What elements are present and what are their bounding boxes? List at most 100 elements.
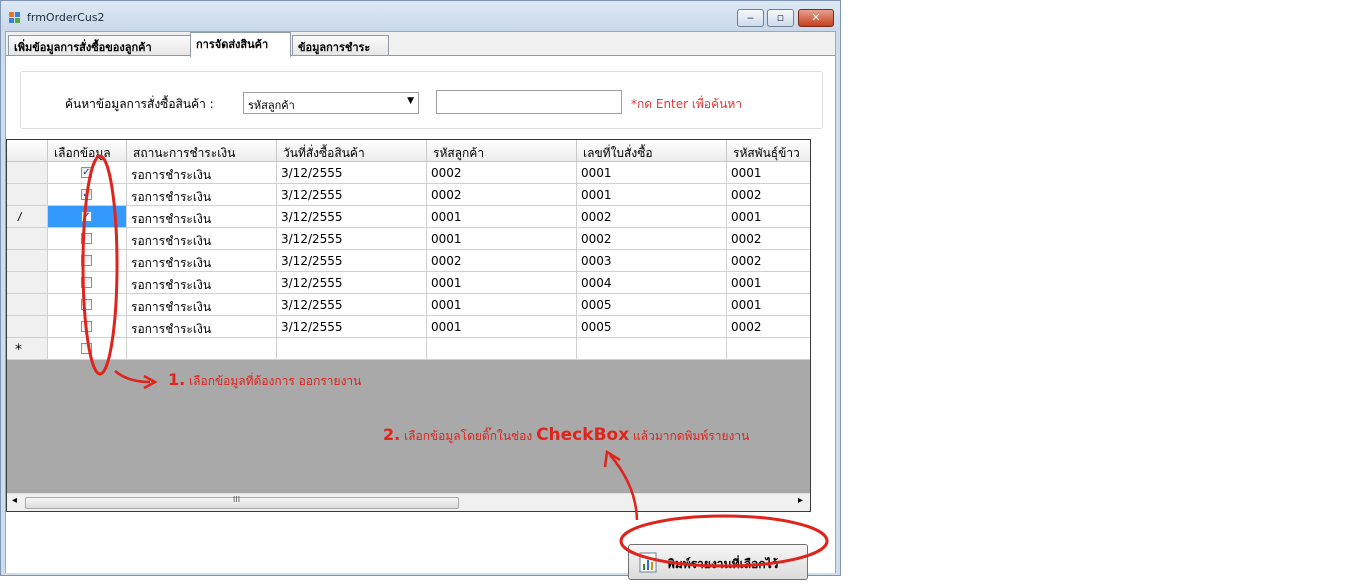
minimize-button[interactable]: ‒ <box>737 9 764 27</box>
row-select-checkbox[interactable] <box>81 321 92 332</box>
grid-cell-order[interactable]: 0001 <box>577 162 727 184</box>
grid-cell-customer[interactable]: 0001 <box>427 228 577 250</box>
row-select-checkbox-checked[interactable]: ✓ <box>81 211 92 222</box>
grid-cell-rice[interactable]: 0002 <box>727 184 810 206</box>
scroll-right-arrow-icon[interactable]: ▸ <box>798 495 803 506</box>
table-row[interactable]: 𝑙 ✓ รอการชำระเงิน 3/12/2555 0001 0002 0001 <box>7 206 810 228</box>
table-row[interactable]: ✓ รอการชำระเงิน 3/12/2555 0002 0001 0001 <box>7 162 810 184</box>
tab-payment-info[interactable]: ข้อมูลการชำระ <box>292 35 389 55</box>
grid-cell-status[interactable]: รอการชำระเงิน <box>127 228 277 250</box>
row-select-checkbox[interactable] <box>81 343 92 354</box>
search-input[interactable] <box>436 90 622 114</box>
col-header-order-date[interactable]: วันที่สั่งซื้อสินค้า <box>277 140 427 162</box>
maximize-button[interactable]: ▫ <box>767 9 794 27</box>
select-cell[interactable] <box>48 294 127 316</box>
grid-cell-order[interactable]: 0002 <box>577 228 727 250</box>
row-select-checkbox[interactable] <box>81 277 92 288</box>
select-cell[interactable] <box>48 272 127 294</box>
grid-cell-status[interactable]: รอการชำระเงิน <box>127 316 277 338</box>
search-field-combo[interactable]: รหัสลูกค้า ▼ <box>243 92 419 114</box>
grid-cell-rice[interactable]: 0001 <box>727 162 810 184</box>
row-select-checkbox-checked[interactable]: ✓ <box>81 189 92 200</box>
select-cell[interactable] <box>48 338 127 360</box>
scroll-left-arrow-icon[interactable]: ◂ <box>12 495 17 506</box>
select-cell[interactable]: ✓ <box>48 206 127 228</box>
select-cell[interactable] <box>48 250 127 272</box>
select-cell[interactable]: ✓ <box>48 184 127 206</box>
grid-cell-rice[interactable] <box>727 338 810 360</box>
title-bar[interactable]: frmOrderCus2 ‒ ▫ ✕ <box>1 1 840 31</box>
grid-cell-status[interactable]: รอการชำระเงิน <box>127 206 277 228</box>
grid-cell-rice[interactable]: 0002 <box>727 316 810 338</box>
grid-cell-date[interactable]: 3/12/2555 <box>277 250 427 272</box>
row-header[interactable] <box>7 184 48 206</box>
col-header-customer-id[interactable]: รหัสลูกค้า <box>427 140 577 162</box>
table-row[interactable]: รอการชำระเงิน 3/12/2555 0001 0002 0002 <box>7 228 810 250</box>
grid-cell-date[interactable]: 3/12/2555 <box>277 206 427 228</box>
grid-cell-rice[interactable]: 0001 <box>727 294 810 316</box>
tab-shipping[interactable]: การจัดส่งสินค้า <box>190 32 291 57</box>
grid-cell-date[interactable]: 3/12/2555 <box>277 272 427 294</box>
col-header-order-number[interactable]: เลขที่ใบสั่งซื้อ <box>577 140 727 162</box>
grid-cell-customer[interactable]: 0001 <box>427 316 577 338</box>
grid-cell-customer[interactable]: 0002 <box>427 184 577 206</box>
grid-cell-order[interactable]: 0005 <box>577 294 727 316</box>
grid-new-row[interactable]: * <box>7 338 810 360</box>
col-header-rice-id[interactable]: รหัสพันธุ์ข้าว <box>727 140 810 162</box>
print-report-button[interactable]: พิมพ์รายงานที่เลือกไว้ <box>628 544 808 580</box>
table-row[interactable]: รอการชำระเงิน 3/12/2555 0001 0005 0001 <box>7 294 810 316</box>
row-header[interactable]: * <box>7 338 48 360</box>
grid-cell-customer[interactable]: 0001 <box>427 294 577 316</box>
grid-cell-rice[interactable]: 0001 <box>727 206 810 228</box>
col-header-payment-status[interactable]: สถานะการชำระเงิน <box>127 140 277 162</box>
grid-cell-customer[interactable] <box>427 338 577 360</box>
row-select-checkbox-checked[interactable]: ✓ <box>81 167 92 178</box>
dropdown-arrow-icon[interactable]: ▼ <box>407 96 414 106</box>
grid-cell-order[interactable]: 0004 <box>577 272 727 294</box>
grid-cell-order[interactable] <box>577 338 727 360</box>
row-select-checkbox[interactable] <box>81 255 92 266</box>
select-cell[interactable] <box>48 228 127 250</box>
grid-cell-date[interactable] <box>277 338 427 360</box>
table-row[interactable]: ✓ รอการชำระเงิน 3/12/2555 0002 0001 0002 <box>7 184 810 206</box>
grid-cell-customer[interactable]: 0002 <box>427 250 577 272</box>
row-select-checkbox[interactable] <box>81 299 92 310</box>
grid-cell-customer[interactable]: 0001 <box>427 206 577 228</box>
grid-cell-status[interactable]: รอการชำระเงิน <box>127 294 277 316</box>
grid-cell-date[interactable]: 3/12/2555 <box>277 184 427 206</box>
close-button[interactable]: ✕ <box>798 9 834 27</box>
row-header[interactable] <box>7 162 48 184</box>
order-grid[interactable]: เลือกข้อมูล สถานะการชำระเงิน วันที่สั่งซ… <box>6 139 811 512</box>
horizontal-scrollbar[interactable]: ◂ III ▸ <box>7 493 810 511</box>
grid-cell-rice[interactable]: 0002 <box>727 228 810 250</box>
grid-cell-date[interactable]: 3/12/2555 <box>277 316 427 338</box>
row-header[interactable] <box>7 316 48 338</box>
grid-cell-status[interactable]: รอการชำระเงิน <box>127 250 277 272</box>
grid-cell-rice[interactable]: 0002 <box>727 250 810 272</box>
table-row[interactable]: รอการชำระเงิน 3/12/2555 0001 0005 0002 <box>7 316 810 338</box>
row-header[interactable]: 𝑙 <box>7 206 48 228</box>
select-cell[interactable]: ✓ <box>48 162 127 184</box>
row-header[interactable] <box>7 294 48 316</box>
grid-cell-status[interactable]: รอการชำระเงิน <box>127 272 277 294</box>
tab-add-order[interactable]: เพิ่มข้อมูลการสั่งซื้อของลูกค้า <box>8 35 191 55</box>
select-cell[interactable] <box>48 316 127 338</box>
grid-cell-customer[interactable]: 0002 <box>427 162 577 184</box>
grid-cell-status[interactable]: รอการชำระเงิน <box>127 162 277 184</box>
grid-cell-status[interactable]: รอการชำระเงิน <box>127 184 277 206</box>
table-row[interactable]: รอการชำระเงิน 3/12/2555 0001 0004 0001 <box>7 272 810 294</box>
row-header[interactable] <box>7 228 48 250</box>
grid-cell-status[interactable] <box>127 338 277 360</box>
grid-cell-customer[interactable]: 0001 <box>427 272 577 294</box>
col-header-select[interactable]: เลือกข้อมูล <box>48 140 127 162</box>
grid-cell-order[interactable]: 0005 <box>577 316 727 338</box>
grid-cell-rice[interactable]: 0001 <box>727 272 810 294</box>
scrollbar-thumb[interactable]: III <box>25 495 459 509</box>
grid-cell-date[interactable]: 3/12/2555 <box>277 294 427 316</box>
row-select-checkbox[interactable] <box>81 233 92 244</box>
grid-cell-date[interactable]: 3/12/2555 <box>277 162 427 184</box>
row-header[interactable] <box>7 272 48 294</box>
row-header[interactable] <box>7 250 48 272</box>
grid-cell-order[interactable]: 0002 <box>577 206 727 228</box>
table-row[interactable]: รอการชำระเงิน 3/12/2555 0002 0003 0002 <box>7 250 810 272</box>
